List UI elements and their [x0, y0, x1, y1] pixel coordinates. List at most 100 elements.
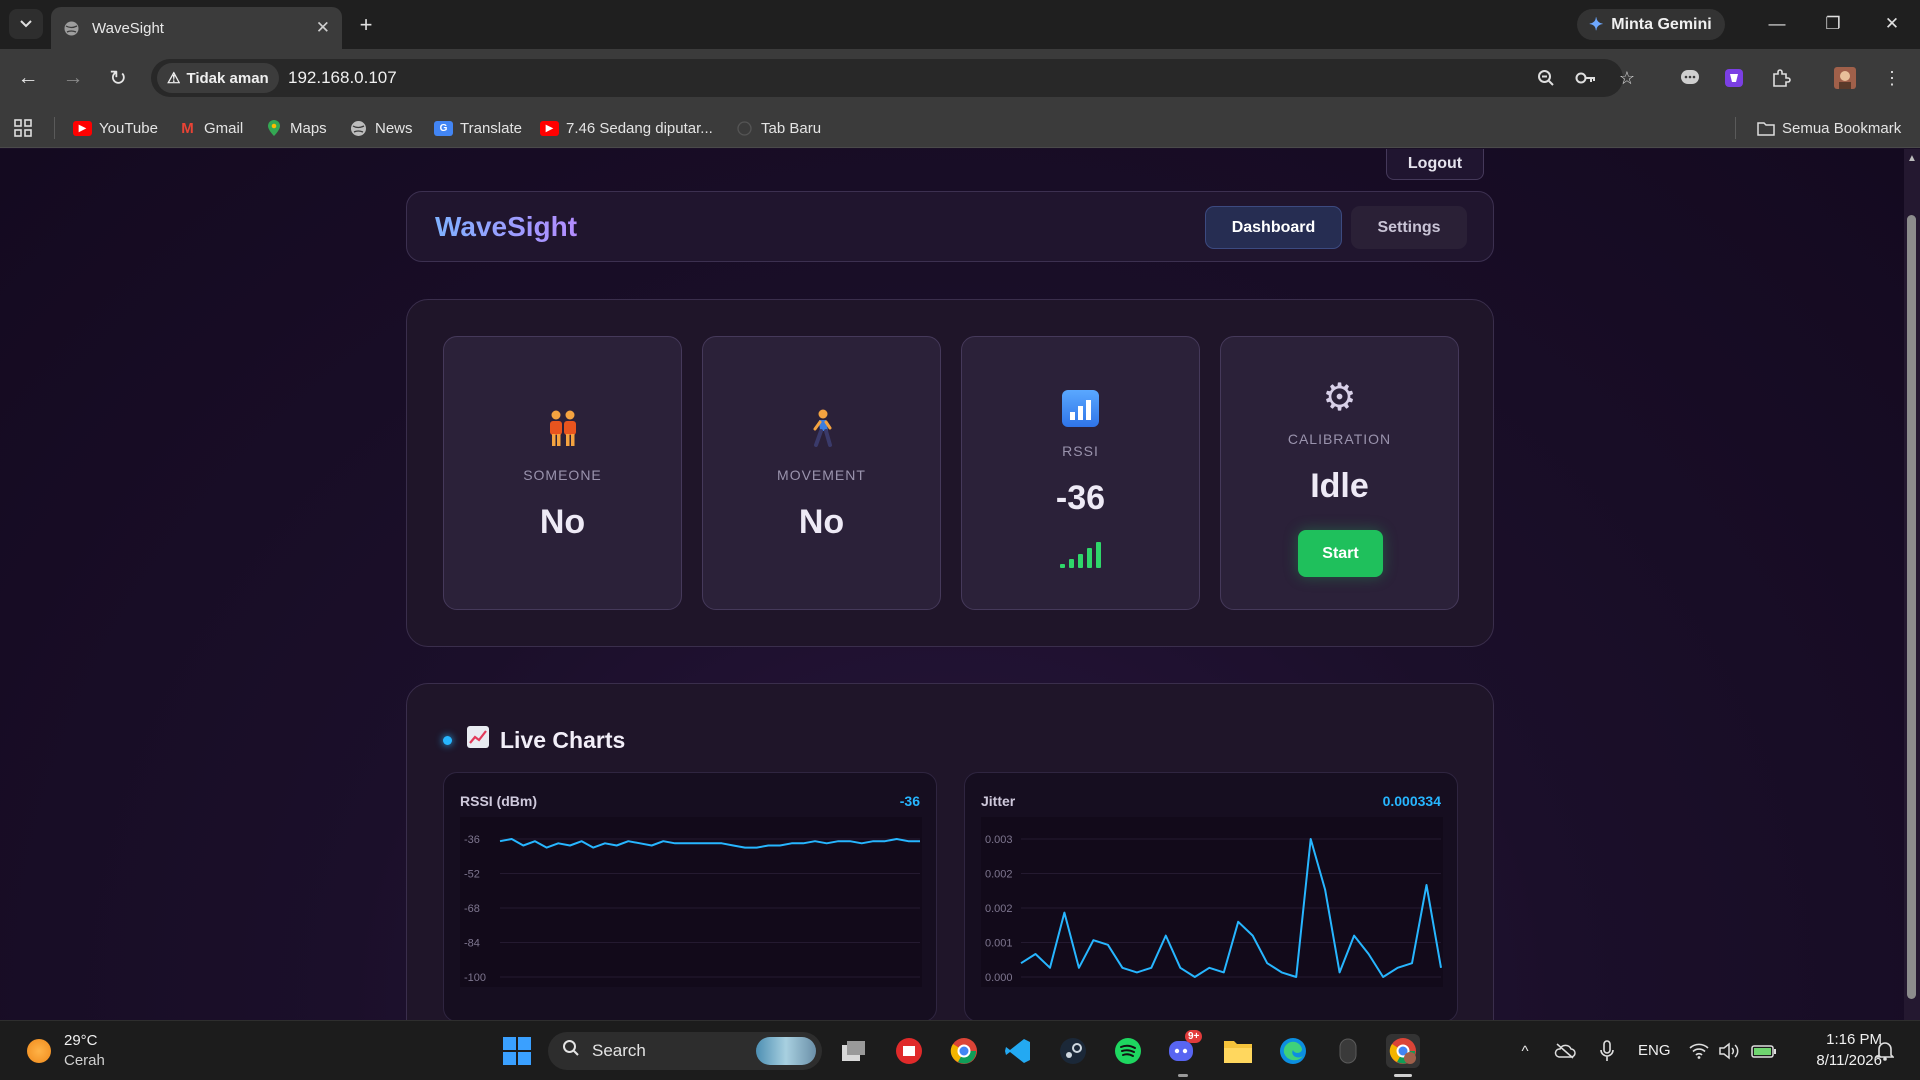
- chart-y-tick-label: -36: [464, 834, 480, 846]
- microphone-icon[interactable]: [1590, 1034, 1624, 1068]
- gemini-label: Minta Gemini: [1611, 15, 1712, 33]
- bar-chart-icon: [1062, 390, 1099, 427]
- security-label: Tidak aman: [186, 69, 269, 87]
- red-app-icon[interactable]: [892, 1034, 926, 1068]
- battery-icon[interactable]: [1747, 1034, 1781, 1068]
- chart-y-tick-label: -100: [464, 972, 486, 984]
- stat-value: -36: [1055, 479, 1106, 517]
- vscode-icon[interactable]: [1001, 1034, 1035, 1068]
- bookmark-label: Gmail: [204, 119, 244, 137]
- task-view-icon[interactable]: [837, 1034, 871, 1068]
- bookmark-new-tab[interactable]: Tab Baru: [735, 117, 821, 139]
- back-arrow-icon[interactable]: ←: [11, 61, 45, 95]
- zoom-icon[interactable]: [1534, 67, 1558, 89]
- bookmark-gmail[interactable]: M Gmail: [178, 117, 243, 139]
- weather-sun-icon[interactable]: [27, 1039, 51, 1063]
- wifi-icon[interactable]: [1682, 1034, 1716, 1068]
- file-explorer-icon[interactable]: [1221, 1034, 1255, 1068]
- more-menu-icon[interactable]: ⋮: [1876, 62, 1908, 94]
- gemini-icon: ✦: [1589, 14, 1604, 34]
- search-icon: [562, 1039, 580, 1063]
- live-indicator-dot: [443, 735, 452, 745]
- stat-value: No: [798, 503, 845, 541]
- extension-purple-icon[interactable]: [1718, 62, 1750, 94]
- forward-arrow-icon[interactable]: →: [56, 61, 90, 95]
- bookmark-youtube[interactable]: ▶ YouTube: [73, 117, 158, 139]
- restore-window-icon[interactable]: ❐: [1813, 10, 1853, 38]
- chart-y-tick-label: 0.003: [985, 834, 1013, 846]
- start-calibration-button[interactable]: Start: [1298, 530, 1383, 577]
- globe-icon: [64, 21, 79, 35]
- weather-temperature[interactable]: 29°C: [64, 1032, 98, 1049]
- spotify-icon[interactable]: [1111, 1034, 1145, 1068]
- maps-icon: [264, 120, 283, 136]
- all-bookmarks-button[interactable]: Semua Bookmark: [1756, 117, 1901, 139]
- language-indicator[interactable]: ENG: [1638, 1042, 1671, 1059]
- windows-start-icon[interactable]: [500, 1034, 534, 1068]
- notification-bell-icon[interactable]: [1868, 1034, 1902, 1068]
- profile-avatar[interactable]: [1829, 62, 1861, 94]
- live-charts-panel: Live Charts RSSI (dBm) -36 -36 -52 -68 -84-…: [406, 683, 1494, 1020]
- page-viewport: Logout WaveSight Dashboard Settings SOME…: [0, 149, 1904, 1020]
- edge-icon[interactable]: [1276, 1034, 1310, 1068]
- bookmark-translate[interactable]: G Translate: [434, 117, 522, 139]
- chart-y-tick-label: 0.002: [985, 869, 1013, 881]
- bookmark-youtube-playing[interactable]: ▶ 7.46 Sedang diputar...: [540, 117, 713, 139]
- logout-button[interactable]: Logout: [1386, 149, 1484, 180]
- gear-icon: ⚙: [1322, 377, 1357, 419]
- minimize-window-icon[interactable]: —: [1757, 10, 1797, 38]
- youtube-icon: ▶: [73, 120, 92, 136]
- chart-current-value: 0.000334: [1382, 793, 1441, 809]
- scrollbar-thumb[interactable]: [1907, 215, 1916, 999]
- stat-label: CALIBRATION: [1287, 431, 1392, 447]
- bookmark-divider: [54, 117, 55, 139]
- url-text[interactable]: 192.168.0.107: [288, 68, 397, 88]
- security-chip[interactable]: ⚠ Tidak aman: [157, 63, 279, 93]
- scroll-up-arrow-icon[interactable]: ▲: [1907, 153, 1917, 164]
- warning-triangle-icon: ⚠: [167, 70, 181, 87]
- tab-settings[interactable]: Settings: [1351, 206, 1467, 249]
- youtube-icon: ▶: [540, 120, 559, 136]
- cloud-offline-icon[interactable]: [1548, 1034, 1582, 1068]
- folder-icon: [1756, 121, 1775, 136]
- close-window-icon[interactable]: ✕: [1872, 10, 1912, 38]
- bookmark-label: News: [375, 119, 413, 137]
- tab-list-button[interactable]: [9, 9, 43, 39]
- chart-y-tick-label: -68: [464, 903, 480, 915]
- extension-chat-icon[interactable]: [1674, 62, 1706, 94]
- bookmark-news[interactable]: News: [349, 117, 413, 139]
- chrome-active-icon[interactable]: [1386, 1034, 1420, 1068]
- reload-icon[interactable]: ↻: [101, 61, 135, 95]
- all-bookmarks-label: Semua Bookmark: [1782, 119, 1902, 137]
- address-bar[interactable]: ⚠ Tidak aman 192.168.0.107 ☆: [151, 59, 1635, 97]
- discord-icon[interactable]: 9+: [1166, 1030, 1203, 1068]
- apps-grid-icon[interactable]: [14, 117, 32, 139]
- rssi-line-chart: -36 -52 -68 -84 -100: [460, 817, 922, 987]
- steam-icon[interactable]: [1056, 1034, 1090, 1068]
- ask-gemini-button[interactable]: ✦ Minta Gemini: [1577, 9, 1725, 40]
- key-icon[interactable]: [1574, 67, 1598, 89]
- stat-card-rssi: RSSI -36: [961, 336, 1200, 610]
- gmail-icon: M: [181, 119, 194, 137]
- app-header: WaveSight Dashboard Settings: [406, 191, 1494, 262]
- chart-y-tick-label: 0.002: [985, 903, 1013, 915]
- weather-description[interactable]: Cerah: [64, 1052, 105, 1069]
- chrome-icon[interactable]: [947, 1034, 981, 1068]
- notification-badge: 9+: [1185, 1030, 1203, 1043]
- tab-dashboard[interactable]: Dashboard: [1205, 206, 1342, 249]
- puzzle-extensions-icon[interactable]: [1765, 62, 1797, 94]
- page-scrollbar[interactable]: ▲: [1904, 149, 1920, 1020]
- active-indicator: [1394, 1074, 1412, 1077]
- star-bookmark-icon[interactable]: ☆: [1615, 67, 1639, 89]
- chevron-up-icon[interactable]: ^: [1508, 1034, 1542, 1068]
- chart-y-tick-label: -52: [464, 869, 480, 881]
- mouse-app-icon[interactable]: [1331, 1034, 1365, 1068]
- new-tab-button[interactable]: +: [352, 11, 380, 39]
- volume-icon[interactable]: [1713, 1034, 1747, 1068]
- chart-y-tick-label: -84: [464, 938, 480, 950]
- browser-tab-wavesight[interactable]: WaveSight ✕: [51, 7, 342, 49]
- bookmark-maps[interactable]: Maps: [264, 117, 327, 139]
- taskbar-search[interactable]: Search: [548, 1032, 822, 1070]
- stat-label: MOVEMENT: [777, 467, 866, 483]
- close-tab-icon[interactable]: ✕: [316, 18, 330, 38]
